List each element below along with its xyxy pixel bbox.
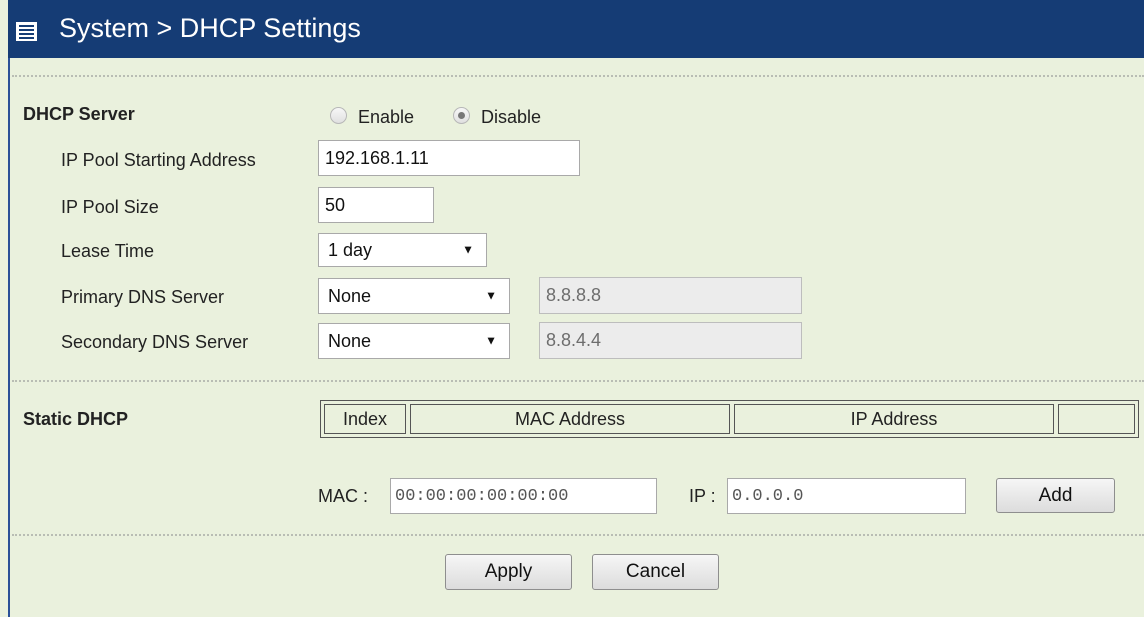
disable-label: Disable bbox=[481, 107, 542, 127]
ip-input[interactable]: 0.0.0.0 bbox=[727, 478, 966, 514]
cancel-button[interactable]: Cancel bbox=[592, 554, 719, 590]
secondary-dns-mode: None bbox=[328, 330, 372, 351]
secondary-dns-label: Secondary DNS Server bbox=[61, 332, 249, 352]
page-header: System > DHCP Settings bbox=[8, 0, 1144, 58]
apply-button[interactable]: Apply bbox=[445, 554, 572, 590]
column-header-mac: MAC Address bbox=[410, 404, 730, 434]
dropdown-arrow-icon: ▼ bbox=[462, 242, 474, 257]
dropdown-arrow-icon: ▼ bbox=[485, 288, 497, 303]
divider bbox=[12, 534, 1144, 536]
secondary-dns-select[interactable]: None ▼ bbox=[318, 323, 510, 359]
divider bbox=[12, 380, 1144, 382]
menu-list-icon bbox=[16, 22, 37, 41]
lease-time-select[interactable]: 1 day ▼ bbox=[318, 233, 487, 267]
lease-time-label: Lease Time bbox=[61, 241, 155, 261]
pool-size-input[interactable]: 50 bbox=[318, 187, 434, 223]
primary-dns-label: Primary DNS Server bbox=[61, 287, 225, 307]
dropdown-arrow-icon: ▼ bbox=[485, 333, 497, 348]
enable-radio[interactable] bbox=[330, 107, 347, 124]
enable-label: Enable bbox=[358, 107, 415, 127]
mac-input[interactable]: 00:00:00:00:00:00 bbox=[390, 478, 657, 514]
mac-label: MAC : bbox=[318, 486, 369, 506]
column-header-action bbox=[1058, 404, 1135, 434]
primary-dns-select[interactable]: None ▼ bbox=[318, 278, 510, 314]
primary-dns-input[interactable]: 8.8.8.8 bbox=[539, 277, 802, 314]
pool-size-label: IP Pool Size bbox=[61, 197, 159, 217]
column-header-index: Index bbox=[324, 404, 406, 434]
static-dhcp-label: Static DHCP bbox=[23, 409, 129, 429]
add-button[interactable]: Add bbox=[996, 478, 1115, 513]
divider bbox=[12, 75, 1144, 77]
ip-label: IP : bbox=[689, 486, 716, 506]
column-header-ip: IP Address bbox=[734, 404, 1054, 434]
secondary-dns-input[interactable]: 8.8.4.4 bbox=[539, 322, 802, 359]
disable-radio[interactable] bbox=[453, 107, 470, 124]
primary-dns-mode: None bbox=[328, 285, 372, 306]
pool-start-input[interactable]: 192.168.1.11 bbox=[318, 140, 580, 176]
dhcp-server-label: DHCP Server bbox=[23, 104, 135, 124]
page-title: System > DHCP Settings bbox=[59, 13, 361, 43]
static-dhcp-table: Index MAC Address IP Address bbox=[320, 400, 1139, 438]
lease-time-value: 1 day bbox=[328, 239, 373, 260]
pool-start-label: IP Pool Starting Address bbox=[61, 150, 256, 170]
